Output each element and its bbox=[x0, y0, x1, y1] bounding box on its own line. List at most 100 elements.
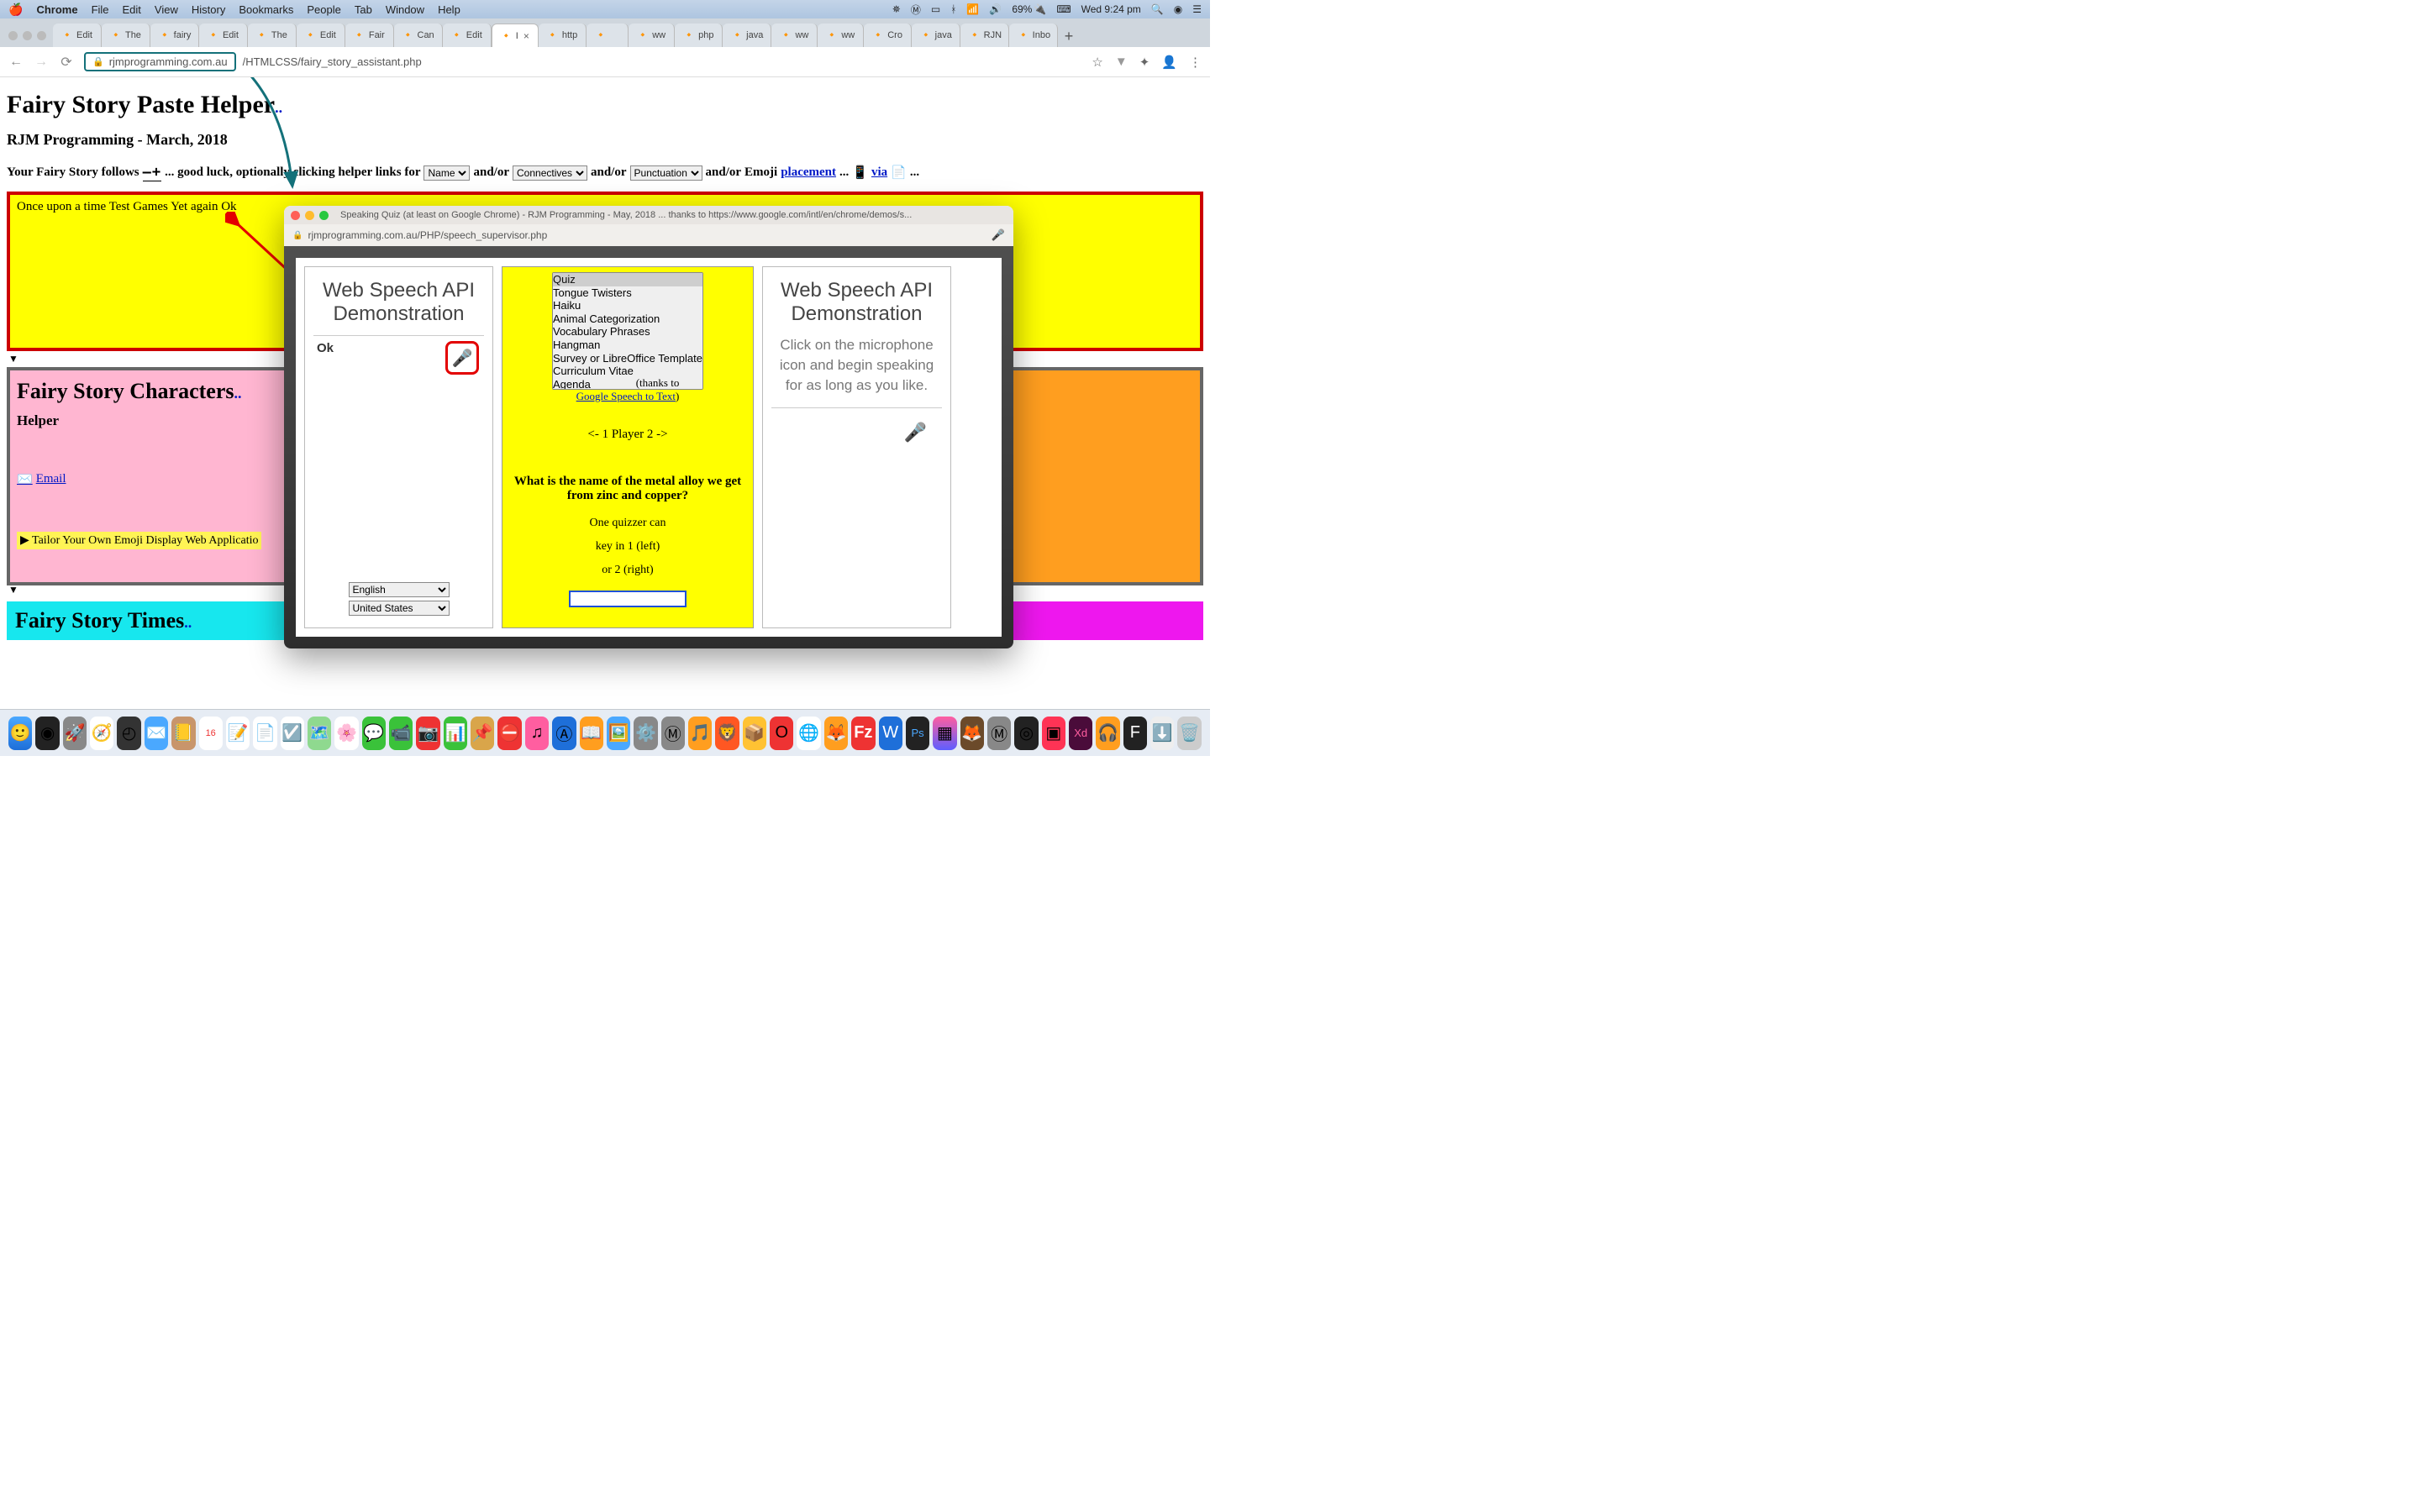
app[interactable]: ⬇️ bbox=[1150, 717, 1174, 750]
firefox-app[interactable]: 🦊 bbox=[824, 717, 848, 750]
notifications-icon[interactable]: ☰ bbox=[1192, 3, 1202, 15]
minimize-window[interactable] bbox=[23, 31, 32, 40]
music-app[interactable]: 🎵 bbox=[688, 717, 712, 750]
language-select[interactable]: English bbox=[349, 582, 450, 597]
quiz-option[interactable]: Animal Categorization bbox=[553, 312, 702, 326]
browser-tab[interactable]: 🔸java bbox=[912, 24, 960, 47]
volume-icon[interactable]: 🔊 bbox=[989, 3, 1002, 15]
back-button[interactable]: ← bbox=[8, 55, 24, 70]
browser-tab[interactable]: 🔸http bbox=[539, 24, 587, 47]
browser-tab[interactable]: 🔸The bbox=[102, 24, 150, 47]
menu-file[interactable]: File bbox=[92, 3, 109, 16]
opera-app[interactable]: O bbox=[770, 717, 793, 750]
mamp2-app[interactable]: Ⓜ bbox=[987, 717, 1011, 750]
placement-link[interactable]: placement bbox=[781, 165, 836, 180]
mic-button[interactable]: 🎤 bbox=[904, 422, 927, 444]
siri-icon[interactable]: ◉ bbox=[1174, 3, 1182, 15]
chrome-menu[interactable]: ⋮ bbox=[1189, 55, 1202, 70]
facetime-app[interactable]: 📹 bbox=[389, 717, 413, 750]
select-name[interactable]: Name bbox=[424, 165, 470, 181]
player-nav[interactable]: <- 1 Player 2 -> bbox=[587, 428, 667, 442]
close-window[interactable] bbox=[8, 31, 18, 40]
menu-window[interactable]: Window bbox=[386, 3, 424, 16]
extensions-icon[interactable]: ✦ bbox=[1139, 55, 1150, 70]
menu-view[interactable]: View bbox=[155, 3, 178, 16]
browser-tab[interactable]: 🔸Edit bbox=[443, 24, 492, 47]
photobooth-app[interactable]: 📷 bbox=[416, 717, 439, 750]
quiz-option[interactable]: Tongue Twisters bbox=[553, 286, 702, 300]
browser-tab[interactable]: 🔸Edit bbox=[199, 24, 248, 47]
quiz-option[interactable]: Survey or LibreOffice Template bbox=[553, 352, 702, 365]
siri-app[interactable]: ◉ bbox=[35, 717, 59, 750]
chrome-app[interactable]: 🌐 bbox=[797, 717, 820, 750]
input-icon[interactable]: ⌨ bbox=[1056, 3, 1071, 15]
status-icon[interactable]: ✵ bbox=[892, 3, 901, 15]
mamp-app[interactable]: Ⓜ bbox=[661, 717, 685, 750]
menu-help[interactable]: Help bbox=[438, 3, 460, 16]
google-speech-link[interactable]: Google Speech to Text bbox=[576, 390, 676, 402]
select-connectives[interactable]: Connectives bbox=[513, 165, 587, 181]
wifi-icon[interactable]: 📶 bbox=[966, 3, 979, 15]
airplay-icon[interactable]: ▭ bbox=[931, 3, 940, 15]
bluetooth-icon[interactable]: ᚼ bbox=[950, 3, 956, 15]
forward-button[interactable]: → bbox=[34, 55, 49, 70]
browser-tab[interactable]: 🔸Cro bbox=[864, 24, 912, 47]
status-icon[interactable]: Ⓜ bbox=[911, 3, 921, 17]
reload-button[interactable]: ⟳ bbox=[59, 55, 74, 70]
mail-app[interactable]: ✉️ bbox=[145, 717, 168, 750]
via-link[interactable]: via bbox=[871, 165, 887, 180]
apple-menu[interactable]: 🍎 bbox=[8, 3, 23, 17]
quiz-option[interactable]: Quiz bbox=[553, 273, 702, 286]
browser-tab[interactable]: 🔸Inbo bbox=[1009, 24, 1058, 47]
title-link[interactable] bbox=[275, 91, 282, 118]
word-app[interactable]: W bbox=[879, 717, 902, 750]
app[interactable]: ▣ bbox=[1042, 717, 1065, 750]
ibooks-app[interactable]: 📖 bbox=[580, 717, 603, 750]
popup-close[interactable] bbox=[291, 211, 300, 220]
quiz-type-list[interactable]: QuizTongue TwistersHaikuAnimal Categoriz… bbox=[552, 272, 703, 390]
browser-tab[interactable]: 🔸RJN bbox=[960, 24, 1009, 47]
browser-tab[interactable]: 🔸ww bbox=[629, 24, 675, 47]
tailor-link[interactable]: Tailor Your Own Emoji Display Web Applic… bbox=[17, 532, 261, 549]
photos-app[interactable]: 🌸 bbox=[334, 717, 358, 750]
appstore-app[interactable]: Ⓐ bbox=[552, 717, 576, 750]
region-select[interactable]: United States bbox=[349, 601, 450, 616]
notes-app[interactable]: 📝 bbox=[226, 717, 250, 750]
launchpad-app[interactable]: 🚀 bbox=[63, 717, 87, 750]
app[interactable]: ◎ bbox=[1014, 717, 1038, 750]
email-link[interactable]: ✉️Email bbox=[17, 471, 66, 487]
title-link[interactable] bbox=[234, 379, 241, 403]
select-punctuation[interactable]: Punctuation bbox=[630, 165, 702, 181]
browser-tab[interactable]: 🔸Can bbox=[394, 24, 443, 47]
browser-tab[interactable]: 🔸I× bbox=[492, 24, 539, 47]
browser-tab[interactable]: 🔸The bbox=[248, 24, 297, 47]
browser-tab[interactable]: 🔸 bbox=[587, 24, 629, 47]
title-link[interactable] bbox=[184, 608, 192, 633]
popup-urlbar[interactable]: 🔒 rjmprogramming.com.au/PHP/speech_super… bbox=[284, 224, 1013, 246]
popup-zoom[interactable] bbox=[319, 211, 329, 220]
mic-button[interactable]: 🎤 bbox=[445, 341, 479, 375]
popup-minimize[interactable] bbox=[305, 211, 314, 220]
dashboard-app[interactable]: ◴ bbox=[117, 717, 140, 750]
safari-app[interactable]: 🧭 bbox=[90, 717, 113, 750]
browser-tab[interactable]: 🔸java bbox=[723, 24, 771, 47]
sms-icon[interactable]: 📱 bbox=[852, 165, 868, 181]
answer-input[interactable] bbox=[569, 591, 687, 607]
mic-icon[interactable]: 🎤 bbox=[992, 228, 1005, 242]
window-controls[interactable] bbox=[5, 31, 53, 47]
browser-tab[interactable]: 🔸php bbox=[675, 24, 723, 47]
profile-avatar[interactable]: 👤 bbox=[1161, 55, 1177, 70]
reminders-app[interactable]: ☑️ bbox=[281, 717, 304, 750]
brave-icon[interactable]: ▼ bbox=[1115, 55, 1128, 69]
audacity-app[interactable]: 🎧 bbox=[1096, 717, 1119, 750]
menu-edit[interactable]: Edit bbox=[123, 3, 141, 16]
noentry-app[interactable]: ⛔ bbox=[497, 717, 521, 750]
preview-app[interactable]: 🖼️ bbox=[607, 717, 630, 750]
ps-app[interactable]: Ps bbox=[906, 717, 929, 750]
spotlight-icon[interactable]: 🔍 bbox=[1151, 3, 1164, 15]
dash-app[interactable]: ▦ bbox=[933, 717, 956, 750]
browser-tab[interactable]: 🔸Edit bbox=[53, 24, 102, 47]
app-name[interactable]: Chrome bbox=[36, 3, 77, 16]
maps-app[interactable]: 🗺️ bbox=[308, 717, 331, 750]
url-path[interactable]: /HTMLCSS/fairy_story_assistant.php bbox=[243, 55, 422, 68]
